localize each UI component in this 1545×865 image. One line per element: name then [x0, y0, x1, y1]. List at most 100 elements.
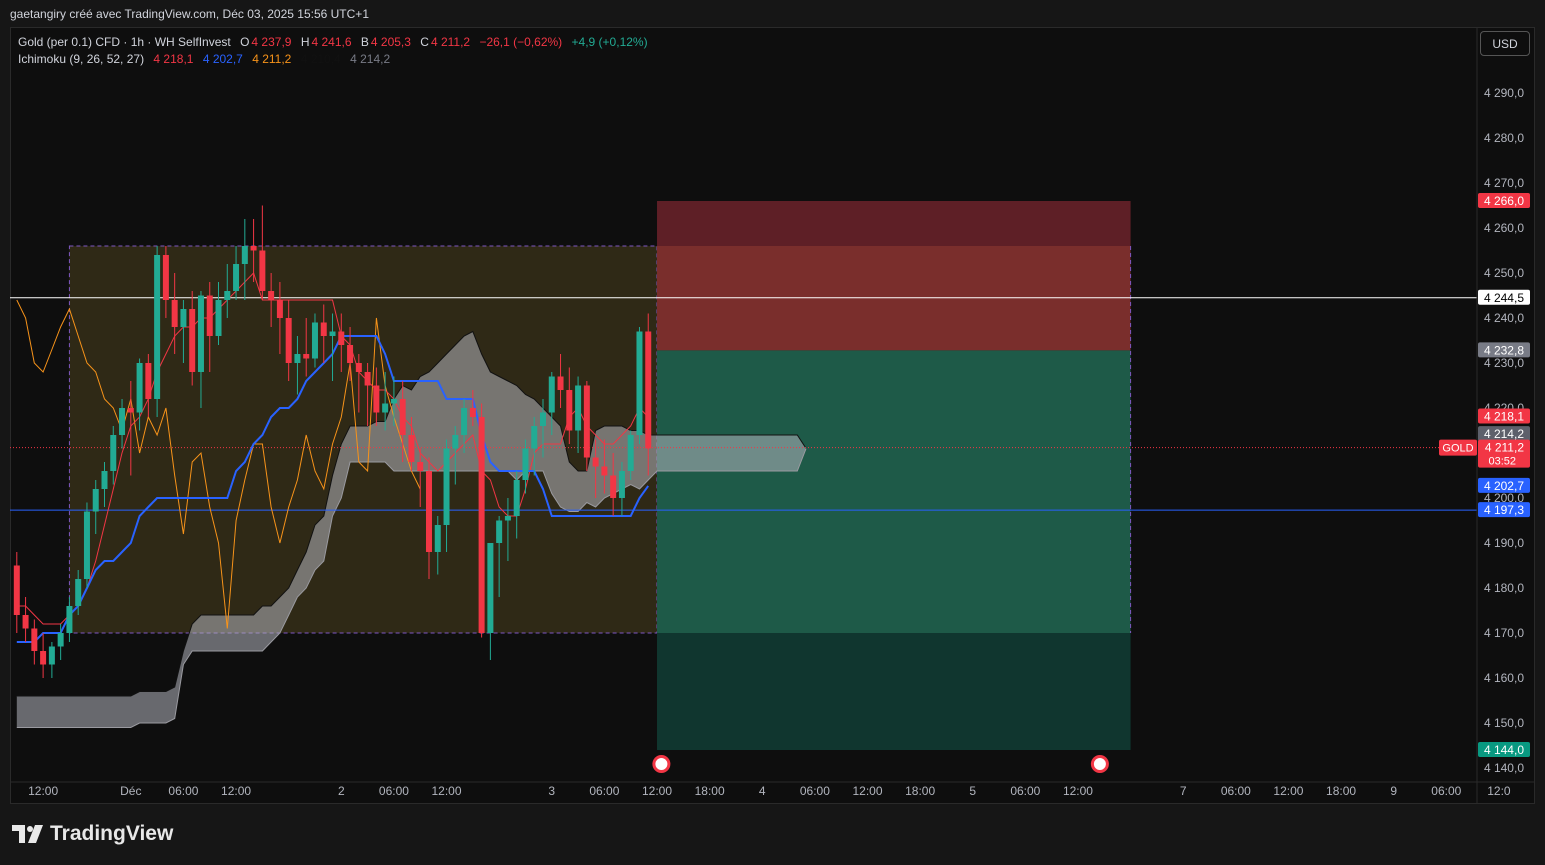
kijun-value: 4 202,7 [202, 52, 243, 66]
symbol-tag: GOLD [1442, 443, 1473, 455]
candle-body [285, 318, 292, 363]
time-tick: 9 [1390, 784, 1397, 798]
candle-body [417, 462, 424, 471]
candle-body [504, 516, 511, 521]
candle-body [57, 633, 64, 647]
tradingview-logo[interactable]: TradingView [12, 822, 173, 846]
candle-body [189, 309, 196, 372]
candle-body [119, 408, 126, 435]
candle-body [127, 408, 134, 413]
time-tick: 3 [548, 784, 555, 798]
price-tick: 4 190,0 [1484, 536, 1524, 550]
high-label: H [300, 35, 310, 49]
time-tick: 12:00 [221, 784, 251, 798]
candle-body [373, 385, 380, 413]
candle-body [241, 246, 248, 264]
candle-body [382, 403, 389, 413]
candle-body [75, 579, 82, 606]
candle-body [452, 435, 459, 449]
change-value: −26,1 (−0,62%) [479, 35, 563, 49]
low-value: 4 205,3 [370, 35, 411, 49]
currency-button[interactable]: USD [1480, 31, 1530, 56]
symbol-title[interactable]: Gold (per 0.1) CFD · 1h · WH SelfInvest [18, 35, 231, 49]
time-tick: 12:00 [1273, 784, 1303, 798]
low-label: B [360, 35, 369, 49]
price-tick: 4 270,0 [1484, 176, 1524, 190]
candle-body [522, 448, 529, 480]
price-label: 4 232,8 [1484, 343, 1524, 357]
candle-body [461, 408, 468, 435]
candle-body [566, 390, 573, 431]
candle-body [618, 471, 625, 498]
candle-body [469, 408, 476, 417]
candle-body [364, 372, 371, 386]
time-tick: 12:0 [1487, 784, 1511, 798]
open-value: 4 237,9 [251, 35, 292, 49]
time-tick: 4 [759, 784, 766, 798]
candle-body [13, 565, 20, 615]
close-label: C [420, 35, 429, 49]
candle-body [40, 651, 47, 665]
candle-body [145, 363, 152, 399]
time-tick: 12:00 [432, 784, 462, 798]
high-value: 4 241,6 [311, 35, 352, 49]
candle-body [610, 475, 617, 498]
time-tick: 12:00 [28, 784, 58, 798]
time-tick: 12:00 [642, 784, 672, 798]
extended-change-value: +4,9 (+0,12%) [571, 35, 648, 49]
time-tick: 5 [969, 784, 976, 798]
candle-body [154, 255, 161, 399]
close-value: 4 211,2 [430, 35, 471, 49]
candle-body [303, 354, 310, 359]
price-tick: 4 140,0 [1484, 761, 1524, 775]
candle-body [355, 363, 362, 372]
time-tick: 12:00 [1063, 784, 1093, 798]
price-tick: 4 180,0 [1484, 581, 1524, 595]
price-label: 4 244,5 [1484, 291, 1524, 305]
chikou-value: 4 211,2 [252, 52, 292, 66]
candle-body [540, 412, 546, 426]
time-tick: 06:00 [1221, 784, 1251, 798]
target-zone-upper [657, 350, 1131, 633]
candle-body [531, 426, 538, 449]
time-tick: 18:00 [1326, 784, 1356, 798]
indicator-title[interactable]: Ichimoku (9, 26, 52, 27) [18, 52, 144, 66]
candle-body [250, 246, 257, 251]
candle-body [601, 466, 608, 476]
price-tick: 4 170,0 [1484, 626, 1524, 640]
candle-body [294, 354, 301, 363]
brand-name: TradingView [50, 822, 174, 845]
candle-body [425, 471, 432, 552]
candle-body [338, 331, 345, 345]
candle-body [329, 331, 336, 336]
price-label: 4 197,3 [1484, 503, 1524, 517]
candle-body [197, 295, 204, 372]
time-tick: 06:00 [800, 784, 830, 798]
candle-body [268, 291, 275, 300]
price-tick: 4 150,0 [1484, 716, 1524, 730]
price-label: 4 211,2 [1485, 441, 1524, 455]
candle-body [478, 417, 485, 633]
target-zone-lower [657, 633, 1131, 750]
candle-body [390, 399, 397, 404]
time-tick: 06:00 [1010, 784, 1040, 798]
price-chart[interactable]: 4 290,0 4 280,0 4 270,0 4 260,0 4 250,0 4 240… [10, 27, 1535, 804]
candle-body [347, 345, 354, 363]
candle-body [645, 331, 652, 449]
time-tick: 06:00 [379, 784, 409, 798]
candle-body [592, 457, 599, 467]
candle-body [408, 435, 415, 462]
candle-body [548, 376, 555, 413]
time-tick: 18:00 [905, 784, 935, 798]
candle-body [233, 264, 240, 291]
price-label: 4 144,0 [1484, 743, 1524, 757]
us-flag-event-icon-inner-0 [655, 758, 668, 770]
price-tick: 4 280,0 [1484, 131, 1524, 145]
time-tick: 2 [338, 784, 345, 798]
price-tick: 4 260,0 [1484, 221, 1524, 235]
tenkan-value: 4 218,1 [153, 52, 194, 66]
span-a-value: 4 210,4 [300, 52, 341, 66]
candle-body [180, 309, 187, 327]
candle-body [276, 300, 283, 318]
candle-body [101, 471, 108, 489]
